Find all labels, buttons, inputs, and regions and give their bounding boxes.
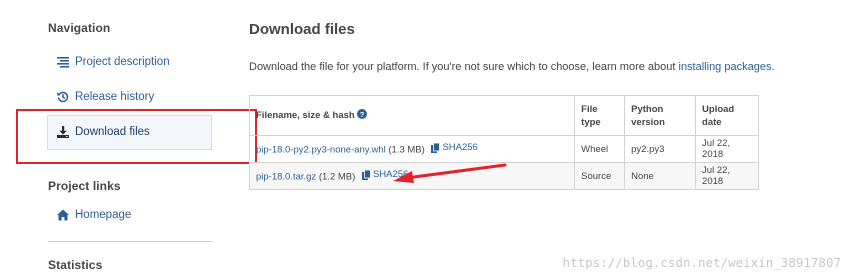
intro-text-body: Download the file for your platform. If … [249,61,679,73]
upload-date-header-line2: date [702,116,722,128]
navigation-heading: Navigation [48,21,111,35]
table-row: pip-18.0-py2.py3-none-any.whl (1.3 MB) S… [248,135,759,163]
copy-icon [361,169,371,180]
statistics-heading: Statistics [48,258,103,272]
download-icon [57,126,69,138]
pypi-page: Navigation Project description Release h… [0,0,849,276]
file-type-cell: Source [574,162,626,190]
upload-date-header-line1: Upload [702,103,735,115]
copy-icon [431,142,441,153]
page-title: Download files [249,21,355,38]
sidebar-item-label: Download files [75,126,150,138]
upload-date-cell: Jul 22, 2018 [695,162,759,190]
sidebar-item-label: Release history [75,91,155,103]
intro-text: Download the file for your platform. If … [249,61,775,73]
history-icon [57,91,69,103]
homepage-link[interactable]: Homepage [57,209,131,221]
sidebar-item-project-description[interactable]: Project description [57,56,170,68]
python-version-header-line1: Python [631,103,664,115]
align-left-icon [57,56,69,68]
sha256-link[interactable]: SHA256 [431,142,478,154]
python-version-cell: None [624,162,697,190]
question-circle-icon[interactable]: ? [356,109,367,119]
upload-date-cell: Jul 22, 2018 [695,135,759,163]
file-type-cell: Wheel [574,135,626,163]
sha256-label: SHA256 [442,142,478,154]
annotation-arrow [393,163,507,183]
file-type-column-header: File type [574,95,626,136]
filename-column-header: Filename, size & hash? [248,95,576,136]
file-link[interactable]: pip-18.0-py2.py3-none-any.whl [256,145,386,156]
python-version-header-line2: version [631,116,665,128]
sidebar-item-release-history[interactable]: Release history [57,91,154,103]
file-size: (1.2 MB) [318,171,356,183]
home-icon [57,209,69,221]
watermark: https://blog.csdn.net/weixin_38917807 [562,255,841,270]
filename-header-label: Filename, size & hash [256,110,355,121]
sidebar-item-download-files[interactable]: Download files [57,126,150,138]
python-version-cell: py2.py3 [624,135,697,163]
table-header-row: Filename, size & hash? File type Python … [248,95,759,136]
intro-text-end: . [771,61,775,73]
installing-packages-link[interactable]: installing packages [679,61,772,73]
upload-date-column-header: Upload date [695,95,759,136]
sidebar-item-label: Project description [75,56,170,68]
python-version-column-header: Python version [624,95,697,136]
sidebar: Navigation Project description Release h… [0,0,257,276]
file-link[interactable]: pip-18.0.tar.gz [256,172,316,183]
project-links-heading: Project links [48,179,121,193]
svg-text:?: ? [359,110,364,119]
file-size: (1.3 MB) [388,144,425,156]
homepage-label: Homepage [75,209,132,221]
filename-cell: pip-18.0-py2.py3-none-any.whl (1.3 MB) S… [248,135,576,163]
sidebar-divider [48,241,212,242]
